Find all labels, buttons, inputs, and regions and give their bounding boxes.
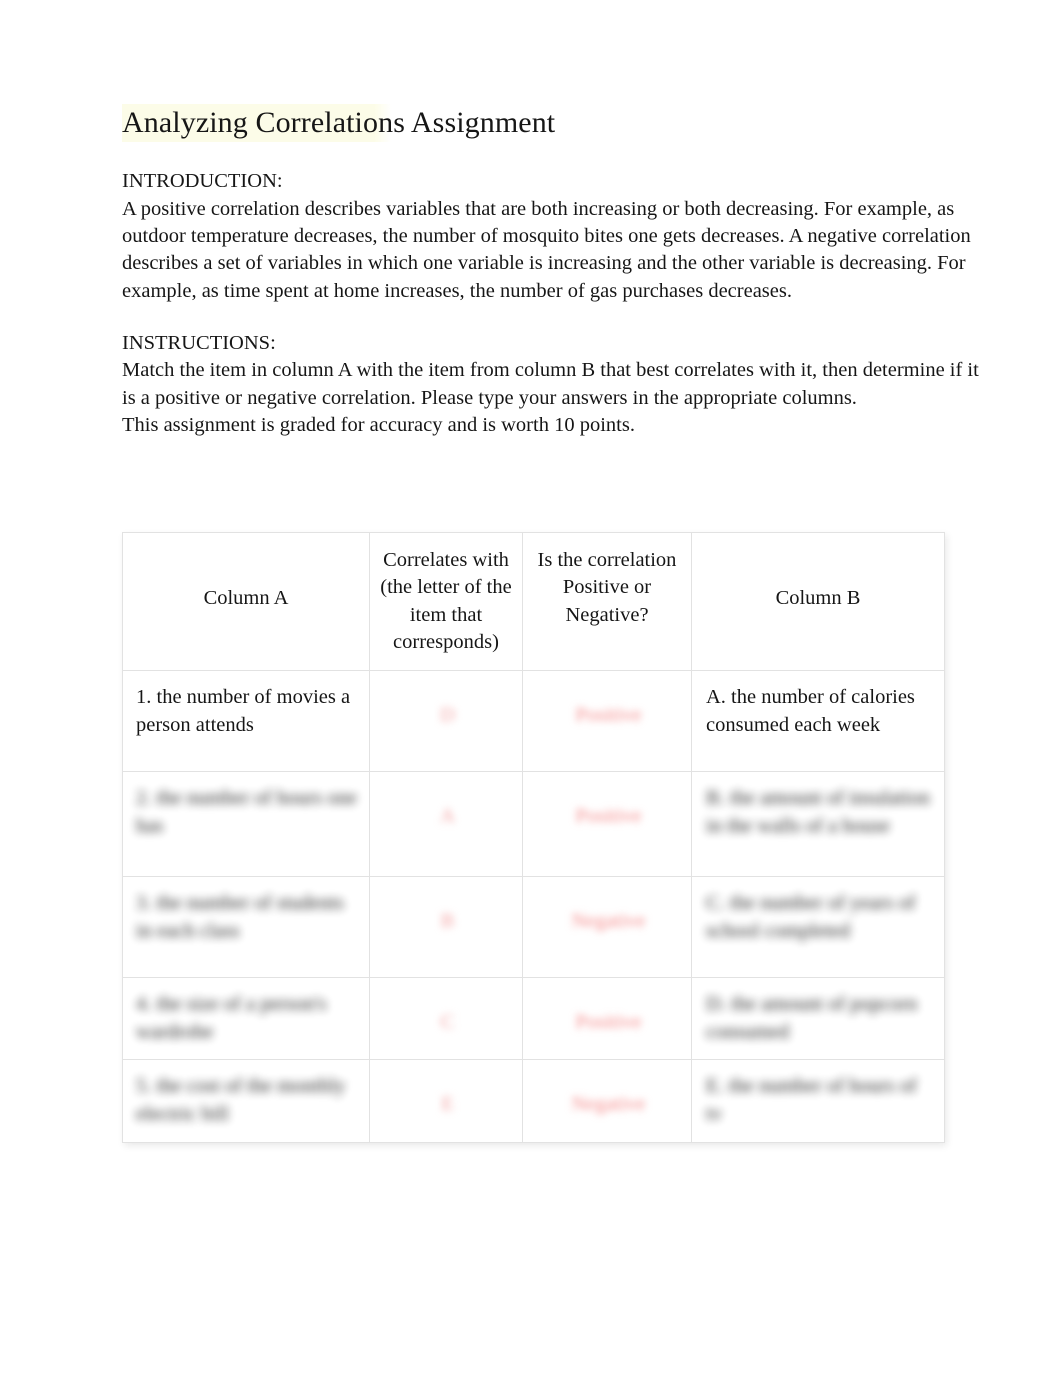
answer-letter-input-3[interactable]: B	[370, 877, 522, 951]
cell-column-a: 2. the number of hours one has	[122, 771, 370, 877]
header-cell-correlates-with: Correlates with (the letter of the item …	[369, 532, 523, 671]
answer-sign-input-5[interactable]: Negative	[523, 1060, 691, 1134]
answer-letter-value-5: E	[441, 1092, 454, 1115]
matching-table-container: Column A Correlates with (the letter of …	[122, 532, 945, 1143]
matching-table-body: 1. the number of movies a person attends…	[122, 670, 945, 1143]
table-row: 4. the size of a person's wardrobe C Pos…	[122, 977, 945, 1060]
answer-letter-value-4: C	[440, 1011, 455, 1033]
answer-letter-input-5[interactable]: E	[370, 1060, 522, 1134]
header-label-positive-or-negative: Is the correlation Positive or Negative?	[537, 549, 677, 626]
prompt-text-5: 5. the cost of the monthly electric bill	[136, 1074, 346, 1125]
option-text-e: E. the number of hours of tv	[706, 1074, 917, 1125]
answer-letter-input-1[interactable]: D	[370, 671, 522, 745]
prompt-text-3: 3. the number of students in each class	[136, 892, 344, 943]
instructions-label: INSTRUCTIONS:	[122, 332, 276, 355]
document-body: Analyzing Correlations Assignment INTROD…	[122, 104, 982, 439]
cell-answer-letter[interactable]: A	[369, 771, 523, 877]
cell-answer-sign[interactable]: Negative	[522, 876, 692, 978]
header-label-correlates-with: Correlates with (the letter of the item …	[380, 549, 512, 653]
header-label-column-b: Column B	[775, 587, 861, 609]
cell-column-b: D. the amount of popcorn consumed	[691, 977, 945, 1060]
answer-sign-input-4[interactable]: Positive	[523, 978, 691, 1052]
answer-letter-input-4[interactable]: C	[370, 978, 522, 1052]
header-cell-column-b: Column B	[691, 532, 945, 671]
header-cell-column-a: Column A	[122, 532, 370, 671]
answer-sign-input-3[interactable]: Negative	[523, 877, 691, 951]
cell-column-a: 5. the cost of the monthly electric bill	[122, 1058, 370, 1143]
answer-letter-input-2[interactable]: A	[370, 772, 522, 846]
cell-column-b: E. the number of hours of tv	[691, 1058, 945, 1143]
instructions-paragraph: Match the item in column A with the item…	[122, 359, 979, 409]
introduction-label: INTRODUCTION:	[122, 170, 283, 193]
cell-column-a: 1. the number of movies a person attends	[122, 670, 370, 772]
cell-column-b: C. the number of years of school complet…	[691, 876, 945, 978]
prompt-text-4: 4. the size of a person's wardrobe	[136, 993, 327, 1044]
table-row: 3. the number of students in each class …	[122, 876, 945, 978]
document-page: Analyzing Correlations Assignment INTROD…	[0, 0, 1062, 1377]
cell-answer-letter[interactable]: C	[369, 977, 523, 1060]
prompt-text-1: 1. the number of movies a person attends	[136, 686, 351, 737]
answer-sign-input-2[interactable]: Positive	[523, 772, 691, 846]
answer-letter-value-1: D	[440, 704, 455, 726]
table-row: 5. the cost of the monthly electric bill…	[122, 1058, 945, 1143]
answer-sign-value-2: Positive	[575, 805, 642, 827]
grading-note: This assignment is graded for accuracy a…	[122, 414, 635, 437]
cell-answer-sign[interactable]: Positive	[522, 670, 692, 772]
table-header-row: Column A Correlates with (the letter of …	[122, 532, 945, 671]
table-row: 2. the number of hours one has A Positiv…	[122, 771, 945, 877]
cell-answer-sign[interactable]: Positive	[522, 977, 692, 1060]
cell-column-a: 4. the size of a person's wardrobe	[122, 977, 370, 1060]
table-row: 1. the number of movies a person attends…	[122, 670, 945, 772]
matching-table: Column A Correlates with (the letter of …	[122, 532, 945, 1143]
cell-column-b: A. the number of calories consumed each …	[691, 670, 945, 772]
header-cell-positive-or-negative: Is the correlation Positive or Negative?	[522, 532, 692, 671]
cell-answer-letter[interactable]: D	[369, 670, 523, 772]
page-title: Analyzing Correlations Assignment	[122, 104, 558, 143]
cell-answer-sign[interactable]: Negative	[522, 1058, 692, 1143]
answer-sign-value-5: Negative	[571, 1092, 646, 1115]
cell-answer-letter[interactable]: B	[369, 876, 523, 978]
answer-sign-value-3: Negative	[571, 910, 646, 932]
cell-column-b: B. the amount of insulation in the walls…	[691, 771, 945, 877]
prompt-text-2: 2. the number of hours one has	[136, 787, 357, 838]
answer-sign-value-1: Positive	[575, 704, 642, 726]
option-text-c: C. the number of years of school complet…	[706, 892, 916, 943]
cell-column-a: 3. the number of students in each class	[122, 876, 370, 978]
answer-letter-value-2: A	[440, 805, 455, 827]
cell-answer-sign[interactable]: Positive	[522, 771, 692, 877]
answer-letter-value-3: B	[440, 910, 455, 932]
option-text-b: B. the amount of insulation in the walls…	[706, 787, 930, 838]
option-text-a: A. the number of calories consumed each …	[706, 686, 915, 737]
introduction-paragraph: A positive correlation describes variabl…	[122, 197, 971, 302]
cell-answer-letter[interactable]: E	[369, 1058, 523, 1143]
answer-sign-value-4: Positive	[575, 1011, 642, 1033]
option-text-d: D. the amount of popcorn consumed	[706, 993, 918, 1044]
header-label-column-a: Column A	[203, 587, 289, 609]
answer-sign-input-1[interactable]: Positive	[523, 671, 691, 745]
